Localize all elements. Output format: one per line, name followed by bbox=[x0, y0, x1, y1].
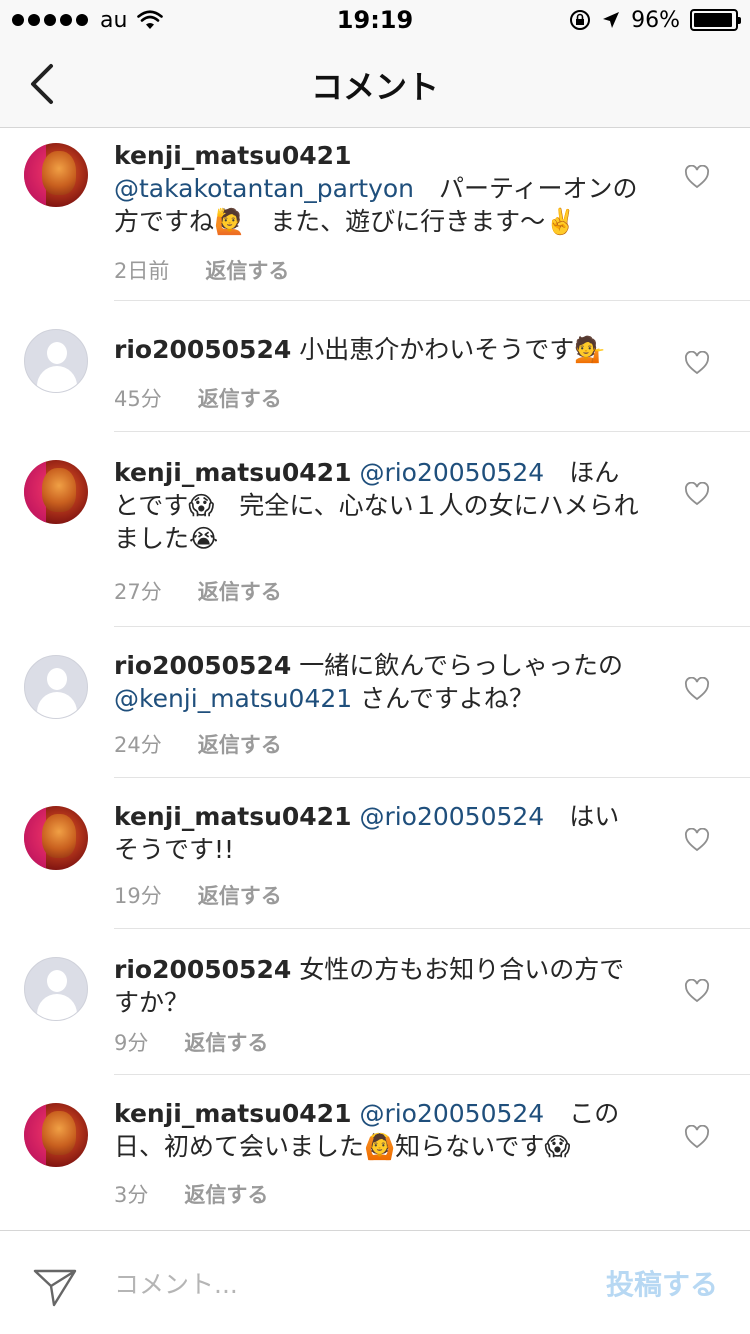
avatar[interactable] bbox=[24, 655, 88, 719]
avatar[interactable] bbox=[24, 329, 88, 393]
heart-outline-icon[interactable] bbox=[684, 677, 710, 701]
page-title: コメント bbox=[310, 68, 439, 106]
comment-time: 3分 bbox=[114, 1183, 149, 1207]
post-button[interactable]: 投稿する bbox=[606, 1263, 718, 1303]
comment-body: rio20050524 女性の方もお知り合いの方ですか？ bbox=[114, 953, 644, 1019]
comment-username[interactable]: rio20050524 bbox=[114, 335, 291, 364]
reply-button[interactable]: 返信する bbox=[198, 576, 282, 606]
comment-time: 24分 bbox=[114, 733, 162, 757]
comment-text: 小出恵介かわいそうです💁 bbox=[299, 335, 606, 364]
comment-mention[interactable]: @rio20050524 bbox=[359, 802, 544, 831]
rotation-lock-icon bbox=[570, 10, 591, 30]
comment-meta: 2日前 返信する bbox=[114, 255, 289, 285]
heart-outline-icon[interactable] bbox=[684, 828, 710, 852]
comment-divider bbox=[114, 626, 750, 627]
comment-mention[interactable]: @takakotantan_partyon bbox=[114, 174, 414, 203]
battery-percent: 96% bbox=[631, 7, 680, 33]
comment-meta: 19分 返信する bbox=[114, 880, 282, 910]
nav-bar: コメント bbox=[0, 40, 750, 128]
comment-mention[interactable]: @rio20050524 bbox=[359, 458, 544, 487]
comment-body: kenji_matsu0421 @takakotantan_partyon パー… bbox=[114, 139, 644, 238]
comment-text: 一緒に飲んでらっしゃったの bbox=[299, 651, 623, 680]
comment-input-bar: 投稿する bbox=[0, 1230, 750, 1334]
comment-time: 45分 bbox=[114, 387, 162, 411]
comment-time: 19分 bbox=[114, 884, 162, 908]
comment-body: rio20050524 一緒に飲んでらっしゃったの @kenji_matsu04… bbox=[114, 649, 644, 715]
heart-outline-icon[interactable] bbox=[684, 1125, 710, 1149]
comment-body: kenji_matsu0421 @rio20050524 この日、初めて会いまし… bbox=[114, 1097, 644, 1163]
comment-time: 2日前 bbox=[114, 259, 170, 283]
heart-outline-icon[interactable] bbox=[684, 165, 710, 189]
comment-username[interactable]: kenji_matsu0421 bbox=[114, 802, 351, 831]
comment-divider bbox=[114, 777, 750, 778]
avatar[interactable] bbox=[24, 460, 88, 524]
comment-divider bbox=[114, 431, 750, 432]
avatar[interactable] bbox=[24, 143, 88, 207]
comment-divider bbox=[114, 1074, 750, 1075]
reply-button[interactable]: 返信する bbox=[184, 1179, 268, 1209]
avatar[interactable] bbox=[24, 1103, 88, 1167]
heart-outline-icon[interactable] bbox=[684, 351, 710, 375]
comment-body: rio20050524 小出恵介かわいそうです💁 bbox=[114, 333, 644, 366]
comment-divider bbox=[114, 928, 750, 929]
comment-meta: 24分 返信する bbox=[114, 729, 282, 759]
comment-meta: 9分 返信する bbox=[114, 1027, 268, 1057]
comment-username[interactable]: rio20050524 bbox=[114, 651, 291, 680]
comment-body: kenji_matsu0421 @rio20050524 はいそうです!! bbox=[114, 800, 644, 866]
comment-mention[interactable]: @kenji_matsu0421 bbox=[114, 684, 352, 713]
avatar[interactable] bbox=[24, 957, 88, 1021]
status-bar: au 19:19 96% bbox=[0, 0, 750, 40]
comment-username[interactable]: kenji_matsu0421 bbox=[114, 141, 351, 170]
battery-fill bbox=[694, 13, 733, 27]
heart-outline-icon[interactable] bbox=[684, 979, 710, 1003]
reply-button[interactable]: 返信する bbox=[198, 729, 282, 759]
reply-button[interactable]: 返信する bbox=[198, 383, 282, 413]
comment-meta: 45分 返信する bbox=[114, 383, 282, 413]
comment-username[interactable]: kenji_matsu0421 bbox=[114, 1099, 351, 1128]
battery-icon bbox=[690, 9, 741, 31]
comment-input[interactable] bbox=[114, 1261, 554, 1307]
reply-button[interactable]: 返信する bbox=[205, 255, 289, 285]
comment-time: 27分 bbox=[114, 580, 162, 604]
comment-body: kenji_matsu0421 @rio20050524 ほんとです😱 完全に、… bbox=[114, 456, 644, 555]
comment-divider bbox=[114, 300, 750, 301]
comment-text-after: さんですよね？ bbox=[360, 684, 534, 713]
comment-meta: 3分 返信する bbox=[114, 1179, 268, 1209]
comment-username[interactable]: rio20050524 bbox=[114, 955, 291, 984]
heart-outline-icon[interactable] bbox=[684, 482, 710, 506]
reply-button[interactable]: 返信する bbox=[184, 1027, 268, 1057]
avatar[interactable] bbox=[24, 806, 88, 870]
comment-username[interactable]: kenji_matsu0421 bbox=[114, 458, 351, 487]
status-right: 96% bbox=[569, 6, 741, 34]
comment-meta: 27分 返信する bbox=[114, 576, 282, 606]
reply-button[interactable]: 返信する bbox=[198, 880, 282, 910]
paper-plane-icon[interactable] bbox=[32, 1263, 78, 1309]
comment-mention[interactable]: @rio20050524 bbox=[359, 1099, 544, 1128]
location-arrow-icon bbox=[603, 12, 620, 28]
comment-time: 9分 bbox=[114, 1031, 149, 1055]
